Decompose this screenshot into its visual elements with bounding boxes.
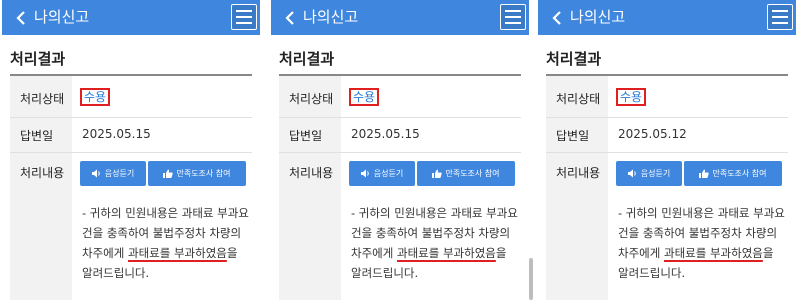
survey-button[interactable]: 만족도조사 참여 <box>684 161 782 186</box>
top-bar: 나의신고 <box>271 0 529 35</box>
survey-label: 만족도조사 참여 <box>445 169 500 178</box>
content-label: 처리내용 <box>289 166 334 180</box>
content-line: 건을 충족하여 불법주정차 차량의 <box>351 226 511 240</box>
content-text: - 귀하의 민원내용은 과태료 부과요 건을 충족하여 불법주정차 차량의 차주… <box>618 203 788 283</box>
top-bar: 나의신고 <box>538 0 796 35</box>
row-divider <box>10 117 252 118</box>
content-line: 알려드립니다. <box>351 266 419 280</box>
highlighted-phrase: 과태료를 부과하였음 <box>127 246 227 260</box>
content-line: 건을 충족하여 불법주정차 차량의 <box>618 226 778 240</box>
answer-date-value: 2025.05.15 <box>82 127 151 141</box>
survey-label: 만족도조사 참여 <box>176 169 231 178</box>
page-title: 나의신고 <box>34 8 90 26</box>
content-text: - 귀하의 민원내용은 과태료 부과요 건을 충족하여 불법주정차 차량의 차주… <box>351 203 521 283</box>
page-title: 나의신고 <box>570 8 626 26</box>
content-line: - 귀하의 민원내용은 과태료 부과요 <box>82 206 249 220</box>
voice-listen-label: 음성듣기 <box>104 169 135 178</box>
content-line: 차주에게 과태료를 부과하였음을 <box>618 243 788 263</box>
report-panel-1: 나의신고 처리결과 처리상태 답변일 처리내용 수용 2025.05.15 음성… <box>2 0 260 300</box>
thumbs-up-icon <box>163 169 174 178</box>
report-panel-2: 나의신고 처리결과 처리상태 답변일 처리내용 수용 2025.05.15 음성… <box>271 0 529 300</box>
top-bar: 나의신고 <box>2 0 260 35</box>
content-segment: 차주에게 <box>618 246 664 260</box>
hamburger-menu-icon[interactable] <box>231 4 257 30</box>
answer-date-value: 2025.05.15 <box>351 127 420 141</box>
voice-listen-button[interactable]: 음성듣기 <box>349 161 415 186</box>
content-line: 차주에게 과태료를 부과하였음을 <box>351 243 521 263</box>
content-label: 처리내용 <box>556 166 601 180</box>
answer-date-label: 답변일 <box>289 129 323 143</box>
content-segment: 차주에게 <box>82 246 128 260</box>
highlighted-phrase: 과태료를 부과하였음 <box>663 246 763 260</box>
content-line: 알려드립니다. <box>82 266 150 280</box>
content-segment: 을 <box>495 246 507 260</box>
hamburger-menu-icon[interactable] <box>500 4 526 30</box>
content-line: - 귀하의 민원내용은 과태료 부과요 <box>351 206 518 220</box>
section-title: 처리결과 <box>279 50 335 68</box>
thumbs-up-icon <box>699 169 710 178</box>
content-segment: 을 <box>762 246 774 260</box>
highlighted-phrase: 과태료를 부과하였음 <box>396 246 496 260</box>
answer-date-label: 답변일 <box>556 129 590 143</box>
content-segment: 차주에게 <box>351 246 397 260</box>
speaker-icon <box>360 169 369 178</box>
survey-button[interactable]: 만족도조사 참여 <box>148 161 246 186</box>
label-column <box>10 76 72 300</box>
row-divider <box>10 152 252 153</box>
row-divider <box>279 152 521 153</box>
hamburger-menu-icon[interactable] <box>767 4 793 30</box>
voice-listen-button[interactable]: 음성듣기 <box>616 161 682 186</box>
answer-date-label: 답변일 <box>20 129 54 143</box>
voice-listen-label: 음성듣기 <box>640 169 671 178</box>
section-title: 처리결과 <box>10 50 66 68</box>
status-value: 수용 <box>349 88 380 106</box>
row-divider <box>279 117 521 118</box>
content-segment: 을 <box>226 246 238 260</box>
content-line: 알려드립니다. <box>618 266 686 280</box>
survey-label: 만족도조사 참여 <box>712 169 767 178</box>
speaker-icon <box>91 169 100 178</box>
back-button[interactable] <box>8 4 34 31</box>
section-title: 처리결과 <box>546 50 602 68</box>
status-label: 처리상태 <box>20 92 65 106</box>
row-divider <box>546 152 788 153</box>
content-line: - 귀하의 민원내용은 과태료 부과요 <box>618 206 785 220</box>
content-label: 처리내용 <box>20 166 65 180</box>
page-title: 나의신고 <box>303 8 359 26</box>
answer-date-value: 2025.05.12 <box>618 127 687 141</box>
status-label: 처리상태 <box>289 92 334 106</box>
report-panel-3: 나의신고 처리결과 처리상태 답변일 처리내용 수용 2025.05.12 음성… <box>538 0 796 300</box>
chevron-left-icon <box>552 10 561 25</box>
status-label: 처리상태 <box>556 92 601 106</box>
back-button[interactable] <box>544 4 570 31</box>
status-value: 수용 <box>80 88 111 106</box>
chevron-left-icon <box>285 10 294 25</box>
row-divider <box>546 117 788 118</box>
content-text: - 귀하의 민원내용은 과태료 부과요 건을 충족하여 불법주정차 차량의 차주… <box>82 203 252 283</box>
back-button[interactable] <box>277 4 303 31</box>
voice-listen-button[interactable]: 음성듣기 <box>80 161 146 186</box>
status-value: 수용 <box>616 88 647 106</box>
survey-button[interactable]: 만족도조사 참여 <box>417 161 515 186</box>
scrollbar[interactable] <box>529 258 533 300</box>
content-line: 차주에게 과태료를 부과하였음을 <box>82 243 252 263</box>
voice-listen-label: 음성듣기 <box>373 169 404 178</box>
content-line: 건을 충족하여 불법주정차 차량의 <box>82 226 242 240</box>
chevron-left-icon <box>16 10 25 25</box>
label-column <box>546 76 608 300</box>
thumbs-up-icon <box>432 169 443 178</box>
speaker-icon <box>627 169 636 178</box>
label-column <box>279 76 341 300</box>
